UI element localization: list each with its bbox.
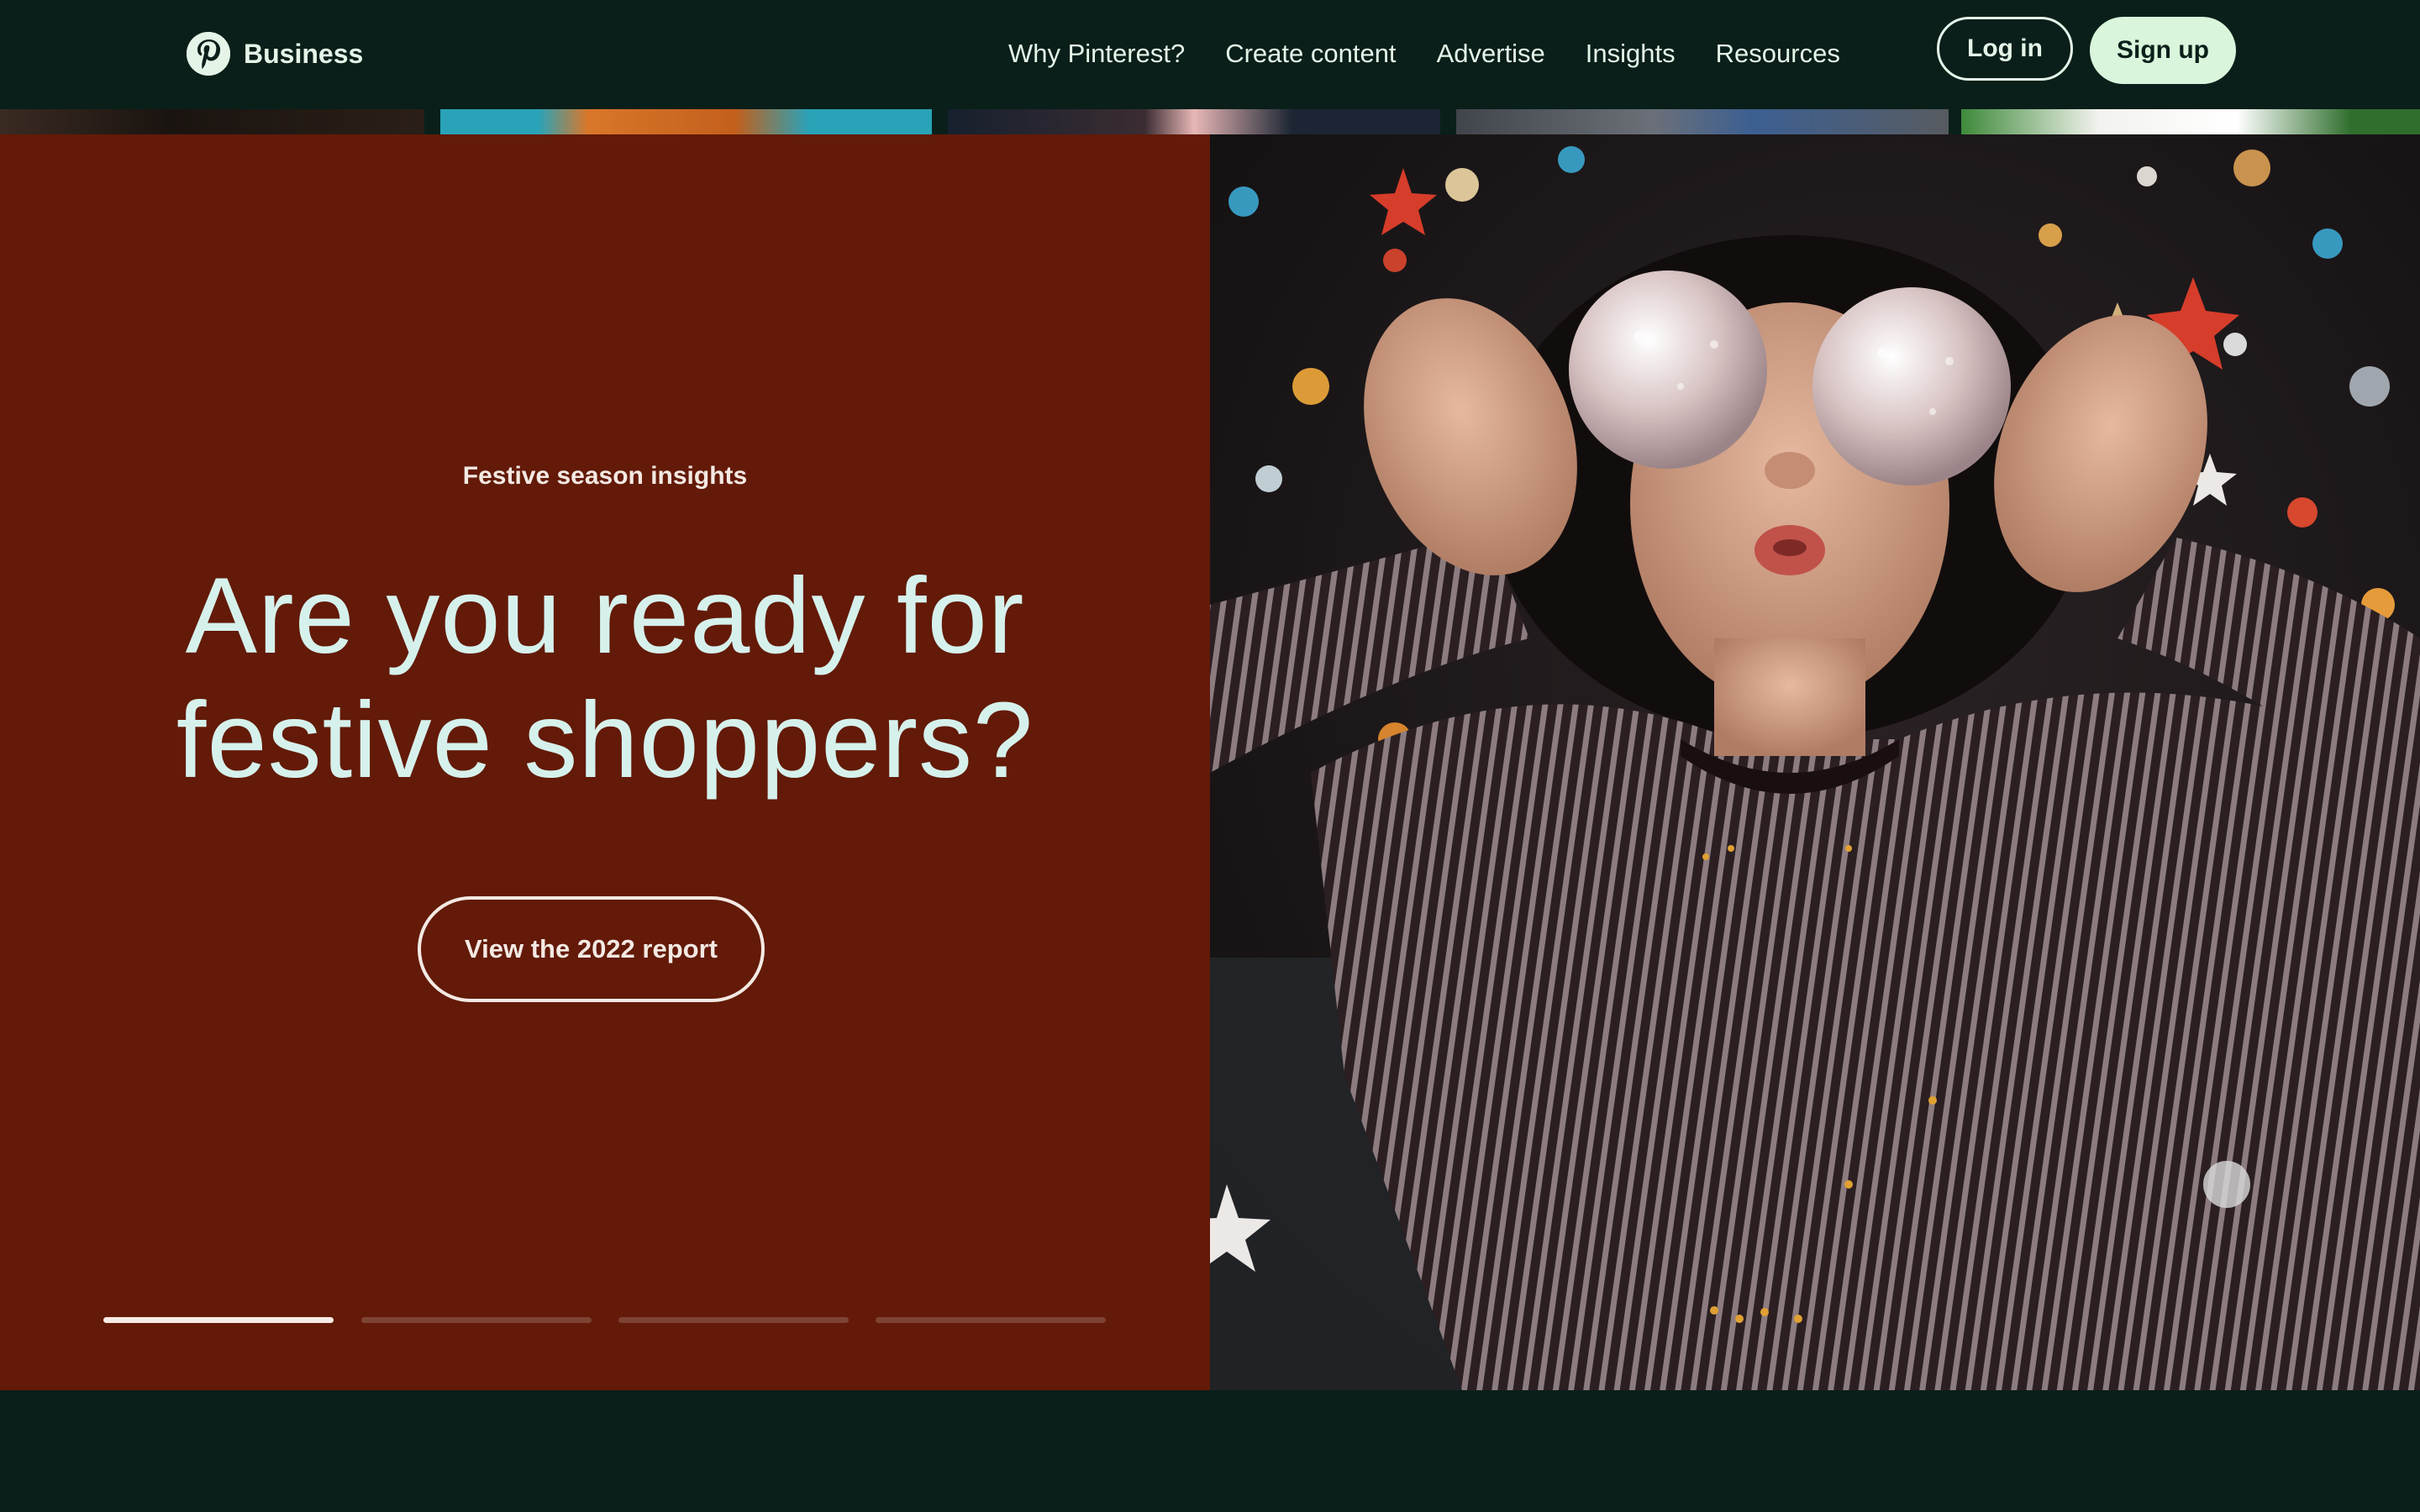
headline-line-1: Are you ready for (185, 556, 1025, 676)
hero-headline: Are you ready for festive shoppers? (0, 554, 1210, 803)
strip-image (948, 109, 1440, 134)
top-nav: Business Why Pinterest? Create content A… (0, 0, 2420, 109)
hero-image (1210, 134, 2420, 1390)
image-strip (0, 109, 2420, 134)
signup-button[interactable]: Sign up (2090, 17, 2236, 84)
nav-link-why-pinterest[interactable]: Why Pinterest? (1008, 39, 1185, 69)
brand-name: Business (244, 38, 364, 69)
nav-link-advertise[interactable]: Advertise (1437, 39, 1545, 69)
carousel-slide-1-indicator[interactable] (103, 1317, 334, 1323)
strip-image (0, 109, 424, 134)
pinterest-logo-icon (187, 32, 230, 76)
strip-image (440, 109, 932, 134)
view-report-button[interactable]: View the 2022 report (418, 896, 765, 1002)
nav-link-insights[interactable]: Insights (1586, 39, 1676, 69)
nav-link-create-content[interactable]: Create content (1225, 39, 1396, 69)
footer-band (0, 1390, 2420, 1512)
headline-line-2: festive shoppers? (176, 680, 1034, 801)
carousel-slide-4-indicator[interactable] (876, 1317, 1106, 1323)
carousel-slide-2-indicator[interactable] (361, 1317, 592, 1323)
carousel-slide-3-indicator[interactable] (618, 1317, 849, 1323)
hero-panel: Festive season insights Are you ready fo… (0, 134, 1210, 1390)
strip-image (1456, 109, 1949, 134)
login-button[interactable]: Log in (1937, 17, 2073, 81)
hero-eyebrow: Festive season insights (462, 462, 748, 490)
brand-logo-link[interactable]: Business (187, 29, 363, 79)
nav-link-resources[interactable]: Resources (1716, 39, 1840, 69)
strip-image (1961, 109, 2420, 134)
nav-links: Why Pinterest? Create content Advertise … (1008, 30, 1881, 77)
festive-photo-illustration (1210, 134, 2420, 1390)
